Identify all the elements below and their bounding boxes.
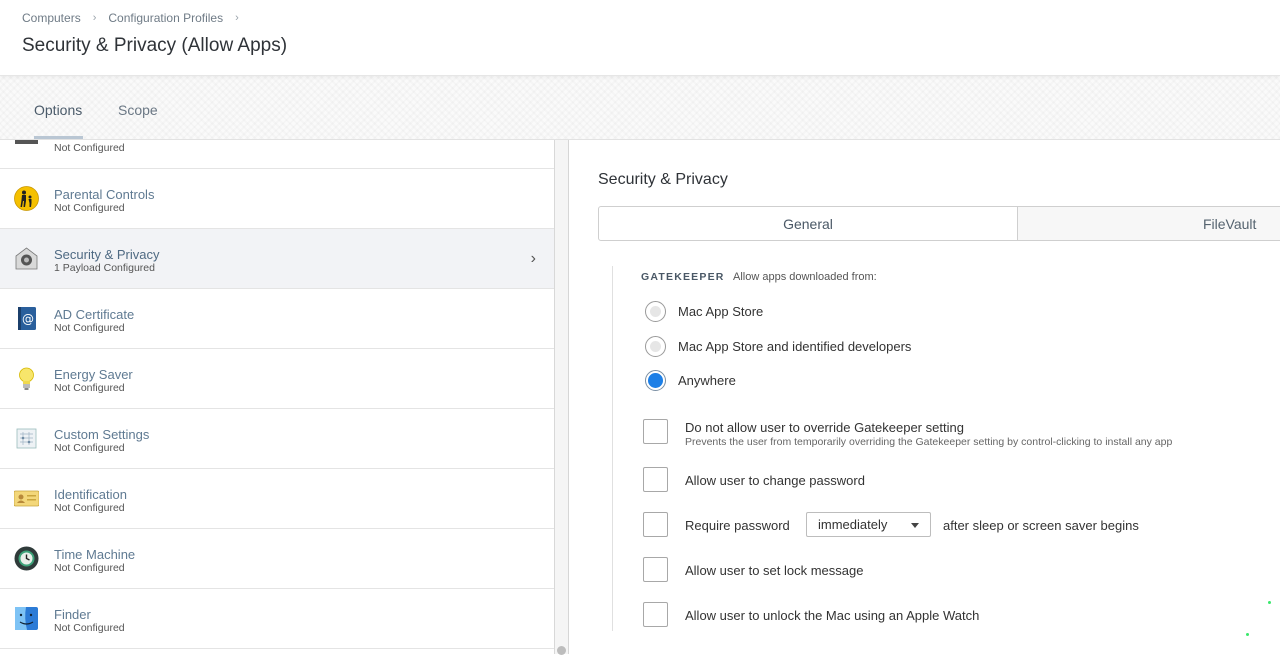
general-settings: GATEKEEPER Allow apps downloaded from: M…	[612, 266, 1280, 631]
gatekeeper-description: Allow apps downloaded from:	[733, 271, 877, 283]
decorative-dot	[1246, 633, 1249, 636]
payload-status: Not Configured	[54, 202, 125, 214]
segment-filevault[interactable]: FileVault	[1018, 207, 1280, 240]
payload-name: Identification	[54, 487, 127, 502]
custom-settings-icon	[16, 428, 37, 449]
payload-status: Not Configured	[54, 622, 125, 634]
checkbox-allow-change-password[interactable]	[643, 467, 668, 492]
decorative-dot	[1268, 601, 1271, 604]
payload-name: Security & Privacy	[54, 247, 160, 262]
payload-name: Custom Settings	[54, 427, 150, 442]
payload-status: Not Configured	[54, 442, 125, 454]
checkbox-help-no-override-gatekeeper: Prevents the user from temporarily overr…	[685, 436, 1173, 448]
payload-name: AD Certificate	[54, 307, 135, 322]
identification-icon	[14, 490, 39, 507]
checkbox-unlock-apple-watch[interactable]	[643, 602, 668, 627]
finder-icon	[15, 607, 38, 630]
checkbox-no-override-gatekeeper[interactable]	[643, 419, 668, 444]
radio-dot	[650, 306, 661, 317]
breadcrumb-separator: ›	[92, 12, 97, 24]
radio-label-mac-app-store-identified: Mac App Store and identified developers	[678, 339, 912, 354]
checkbox-label-allow-change-password: Allow user to change password	[685, 473, 865, 488]
checkbox-label-allow-lock-message: Allow user to set lock message	[685, 563, 864, 578]
segment-general[interactable]: General	[599, 207, 1018, 240]
energy-saver-icon	[19, 367, 34, 390]
svg-text:@: @	[22, 312, 34, 326]
tab-bar: Options Scope	[0, 76, 1280, 140]
active-tab-indicator	[34, 136, 83, 139]
checkbox-label-no-override-gatekeeper: Do not allow user to override Gatekeeper…	[685, 420, 964, 435]
payload-item-finder[interactable]: Finder Not Configured	[0, 589, 554, 649]
parental-controls-icon	[14, 186, 39, 211]
payload-name: Parental Controls	[54, 187, 155, 202]
payload-item-security-privacy[interactable]: Security & Privacy 1 Payload Configured …	[0, 229, 554, 289]
radio-mac-app-store[interactable]	[645, 301, 666, 322]
tab-options[interactable]: Options	[34, 102, 82, 118]
payload-status: Not Configured	[54, 382, 125, 394]
payload-status: Not Configured	[54, 322, 125, 334]
payload-item-custom-settings[interactable]: Custom Settings Not Configured	[0, 409, 554, 469]
payload-item-identification[interactable]: Identification Not Configured	[0, 469, 554, 529]
payload-status: Not Configured	[54, 142, 125, 154]
security-privacy-icon	[15, 247, 38, 270]
payload-status: Not Configured	[54, 502, 125, 514]
checkbox-label-require-password: Require password	[685, 518, 790, 533]
payload-name: Energy Saver	[54, 367, 133, 382]
payload-item-printer[interactable]: Not Configured	[0, 140, 554, 169]
require-password-suffix: after sleep or screen saver begins	[943, 518, 1139, 533]
radio-dot	[650, 341, 661, 352]
printer-icon	[15, 140, 38, 144]
ad-certificate-icon: @	[18, 307, 36, 330]
payload-item-ad-certificate[interactable]: @ AD Certificate Not Configured	[0, 289, 554, 349]
chevron-right-icon: ›	[530, 250, 536, 267]
tab-scope[interactable]: Scope	[118, 102, 158, 118]
time-machine-icon	[14, 546, 39, 571]
radio-label-anywhere: Anywhere	[678, 373, 736, 388]
breadcrumb-configuration-profiles[interactable]: Configuration Profiles	[108, 11, 223, 25]
payload-item-energy-saver[interactable]: Energy Saver Not Configured	[0, 349, 554, 409]
checkbox-require-password[interactable]	[643, 512, 668, 537]
gatekeeper-label: GATEKEEPER	[641, 271, 725, 283]
payload-list: Not Configured Parental Controls Not Con…	[0, 140, 555, 654]
payload-item-parental-controls[interactable]: Parental Controls Not Configured	[0, 169, 554, 229]
radio-label-mac-app-store: Mac App Store	[678, 304, 764, 319]
require-password-select-value: immediately	[818, 517, 888, 532]
payload-list-scrollbar[interactable]	[555, 140, 569, 655]
payload-detail: Security & Privacy General FileVault GAT…	[569, 140, 1280, 654]
payload-status: 1 Payload Configured	[54, 262, 155, 274]
require-password-select[interactable]: immediately	[806, 512, 931, 537]
radio-mac-app-store-identified[interactable]	[645, 336, 666, 357]
breadcrumb-separator: ›	[235, 12, 239, 24]
payload-item-time-machine[interactable]: Time Machine Not Configured	[0, 529, 554, 589]
payload-name: Finder	[54, 607, 91, 622]
breadcrumb-computers[interactable]: Computers	[22, 11, 81, 25]
segmented-control: General FileVault	[598, 206, 1280, 241]
radio-anywhere[interactable]	[645, 370, 666, 391]
payload-name: Time Machine	[54, 547, 136, 562]
section-title: Security & Privacy	[598, 171, 728, 188]
radio-dot-selected	[648, 373, 663, 388]
page-header: Computers › Configuration Profiles › Sec…	[0, 0, 1280, 76]
checkbox-label-unlock-apple-watch: Allow user to unlock the Mac using an Ap…	[685, 608, 980, 623]
page-title: Security & Privacy (Allow Apps)	[22, 35, 288, 56]
checkbox-allow-lock-message[interactable]	[643, 557, 668, 582]
breadcrumb: Computers › Configuration Profiles ›	[22, 11, 251, 25]
caret-down-icon	[911, 523, 919, 528]
payload-status: Not Configured	[54, 562, 125, 574]
